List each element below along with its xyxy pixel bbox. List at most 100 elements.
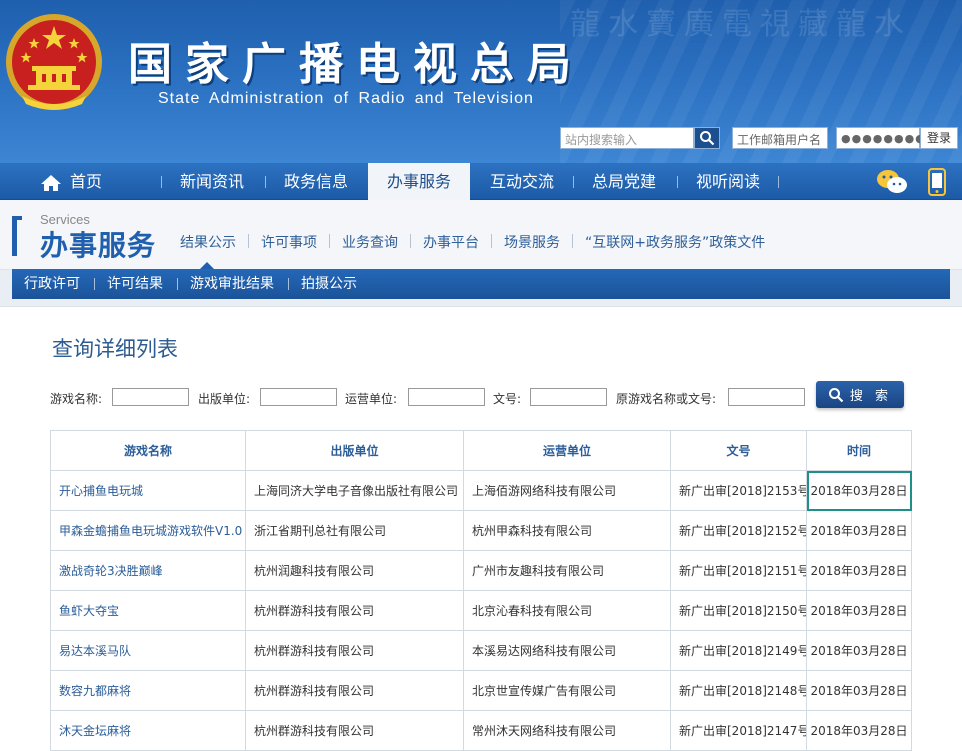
table-row: 鱼虾大夺宝 杭州群游科技有限公司 北京沁春科技有限公司 新广出审[2018]21… (50, 590, 912, 631)
column-header: 游戏名称 (50, 430, 246, 471)
mail-password-input[interactable]: ●●●●●●●●● (836, 127, 935, 149)
operator-cell: 北京世宣传媒广告有限公司 (463, 670, 671, 711)
tab-scene[interactable]: 场景服务 (504, 232, 560, 252)
operator-cell: 杭州甲森科技有限公司 (463, 510, 671, 551)
doc-number-cell: 新广出审[2018]2150号 (670, 590, 807, 631)
doc-number-cell: 新广出审[2018]2153号 (670, 470, 807, 511)
mobile-icon[interactable] (928, 168, 946, 196)
home-icon (41, 174, 61, 191)
active-tab-indicator (200, 262, 214, 269)
tab-divider (410, 234, 411, 248)
search-icon (700, 131, 715, 146)
doc-number-cell: 新广出审[2018]2152号 (670, 510, 807, 551)
nav-item-services[interactable]: 办事服务 (368, 163, 470, 200)
tab-results[interactable]: 结果公示 (180, 232, 236, 252)
filter-doc-no-input[interactable] (530, 388, 607, 406)
subnav-item-admin-permit[interactable]: 行政许可 (24, 269, 80, 299)
banner-decoration: 龍水寶廣電視藏龍水 (570, 7, 912, 42)
tab-divider (491, 234, 492, 248)
doc-number-cell: 新广出审[2018]2151号 (670, 550, 807, 591)
section-accent-bar (12, 216, 17, 256)
filter-label-game-name: 游戏名称: (50, 392, 103, 406)
game-name-link[interactable]: 易达本溪马队 (50, 630, 246, 671)
filter-original-input[interactable] (728, 388, 805, 406)
operator-cell: 常州沐天网络科技有限公司 (463, 710, 671, 751)
table-row: 易达本溪马队 杭州群游科技有限公司 本溪易达网络科技有限公司 新广出审[2018… (50, 630, 912, 671)
nav-divider (573, 176, 574, 188)
site-search-button[interactable] (694, 127, 720, 149)
table-row: 开心捕鱼电玩城 上海同济大学电子音像出版社有限公司 上海佰游网络科技有限公司 新… (50, 470, 912, 511)
national-emblem-icon (6, 14, 102, 110)
date-cell: 2018年03月28日 (806, 670, 912, 711)
search-icon (828, 387, 844, 402)
date-cell: 2018年03月28日 (806, 550, 912, 591)
list-title: 查询详细列表 (52, 337, 178, 361)
operator-cell: 本溪易达网络科技有限公司 (463, 630, 671, 671)
nav-item-government[interactable]: 政务信息 (284, 163, 348, 200)
game-name-link[interactable]: 激战奇轮3决胜巅峰 (50, 550, 246, 591)
search-button-label: 搜 索 (849, 389, 893, 404)
table-row: 沐天金坛麻将 杭州群游科技有限公司 常州沐天网络科技有限公司 新广出审[2018… (50, 710, 912, 751)
publisher-cell: 上海同济大学电子音像出版社有限公司 (245, 470, 464, 511)
filter-game-name-input[interactable] (112, 388, 189, 406)
table-row: 数容九都麻将 杭州群游科技有限公司 北京世宣传媒广告有限公司 新广出审[2018… (50, 670, 912, 711)
doc-number-cell: 新广出审[2018]2148号 (670, 670, 807, 711)
tab-divider (329, 234, 330, 248)
content-panel: 查询详细列表 游戏名称: 出版单位: 运营单位: 文号: 原游戏名称或文号: 搜… (0, 306, 962, 751)
tab-permits[interactable]: 许可事项 (261, 232, 317, 252)
subnav-divider (288, 278, 289, 290)
tab-divider (248, 234, 249, 248)
column-header: 出版单位 (245, 430, 464, 471)
publisher-cell: 杭州润趣科技有限公司 (245, 550, 464, 591)
wechat-icon[interactable] (876, 169, 908, 195)
nav-item-party[interactable]: 总局党建 (592, 163, 656, 200)
game-name-link[interactable]: 开心捕鱼电玩城 (50, 470, 246, 511)
section-header: Services 办事服务 结果公示 许可事项 业务查询 办事平台 场景服务 “… (0, 200, 962, 270)
operator-cell: 北京沁春科技有限公司 (463, 590, 671, 631)
tab-policy[interactable]: “互联网+政务服务”政策文件 (585, 232, 765, 252)
nav-item-home[interactable]: 首页 (40, 163, 102, 200)
operator-cell: 广州市友趣科技有限公司 (463, 550, 671, 591)
sub-navigation: 行政许可 许可结果 游戏审批结果 拍摄公示 (12, 269, 950, 299)
search-filters: 游戏名称: 出版单位: 运营单位: 文号: 原游戏名称或文号: (50, 385, 950, 415)
nav-item-interaction[interactable]: 互动交流 (490, 163, 554, 200)
search-button[interactable]: 搜 索 (816, 381, 904, 408)
column-header: 文号 (670, 430, 807, 471)
main-navigation: 首页 新闻资讯 政务信息 办事服务 互动交流 总局党建 视听阅读 (0, 163, 962, 200)
results-table: 游戏名称 出版单位 运营单位 文号 时间 开心捕鱼电玩城 上海同济大学电子音像出… (50, 430, 912, 751)
filter-label-doc-no: 文号: (493, 392, 522, 406)
game-name-link[interactable]: 鱼虾大夺宝 (50, 590, 246, 631)
login-button[interactable]: 登录 (920, 127, 958, 149)
nav-item-media[interactable]: 视听阅读 (696, 163, 760, 200)
tab-query[interactable]: 业务查询 (342, 232, 398, 252)
site-banner: 龍水寶廣電視藏龍水 国家广播电视总局 State Administration … (0, 0, 962, 163)
nav-divider (161, 176, 162, 188)
subnav-item-filming[interactable]: 拍摄公示 (301, 269, 357, 299)
tab-divider (572, 234, 573, 248)
nav-item-news[interactable]: 新闻资讯 (180, 163, 244, 200)
filter-operator-input[interactable] (408, 388, 485, 406)
game-name-link[interactable]: 数容九都麻将 (50, 670, 246, 711)
nav-item-label: 首页 (70, 172, 103, 191)
section-title: 办事服务 (40, 229, 157, 262)
column-header: 时间 (806, 430, 912, 471)
date-cell: 2018年03月28日 (806, 510, 912, 551)
site-search-input[interactable]: 站内搜索输入 (560, 127, 694, 149)
nav-divider (677, 176, 678, 188)
date-cell: 2018年03月28日 (806, 470, 912, 511)
nav-divider (265, 176, 266, 188)
filter-label-operator: 运营单位: (345, 392, 398, 406)
game-name-link[interactable]: 沐天金坛麻将 (50, 710, 246, 751)
game-name-link[interactable]: 甲森金蟾捕鱼电玩城游戏软件V1.0 (50, 510, 246, 551)
date-cell: 2018年03月28日 (806, 710, 912, 751)
filter-publisher-input[interactable] (260, 388, 337, 406)
doc-number-cell: 新广出审[2018]2147号 (670, 710, 807, 751)
filter-label-publisher: 出版单位: (198, 392, 251, 406)
subnav-item-permit-results[interactable]: 许可结果 (107, 269, 163, 299)
mail-username-input[interactable]: 工作邮箱用户名 (732, 127, 828, 149)
column-header: 运营单位 (463, 430, 671, 471)
subnav-item-game-approval[interactable]: 游戏审批结果 (190, 269, 274, 299)
tab-platform[interactable]: 办事平台 (423, 232, 479, 252)
date-cell: 2018年03月28日 (806, 630, 912, 671)
operator-cell: 上海佰游网络科技有限公司 (463, 470, 671, 511)
